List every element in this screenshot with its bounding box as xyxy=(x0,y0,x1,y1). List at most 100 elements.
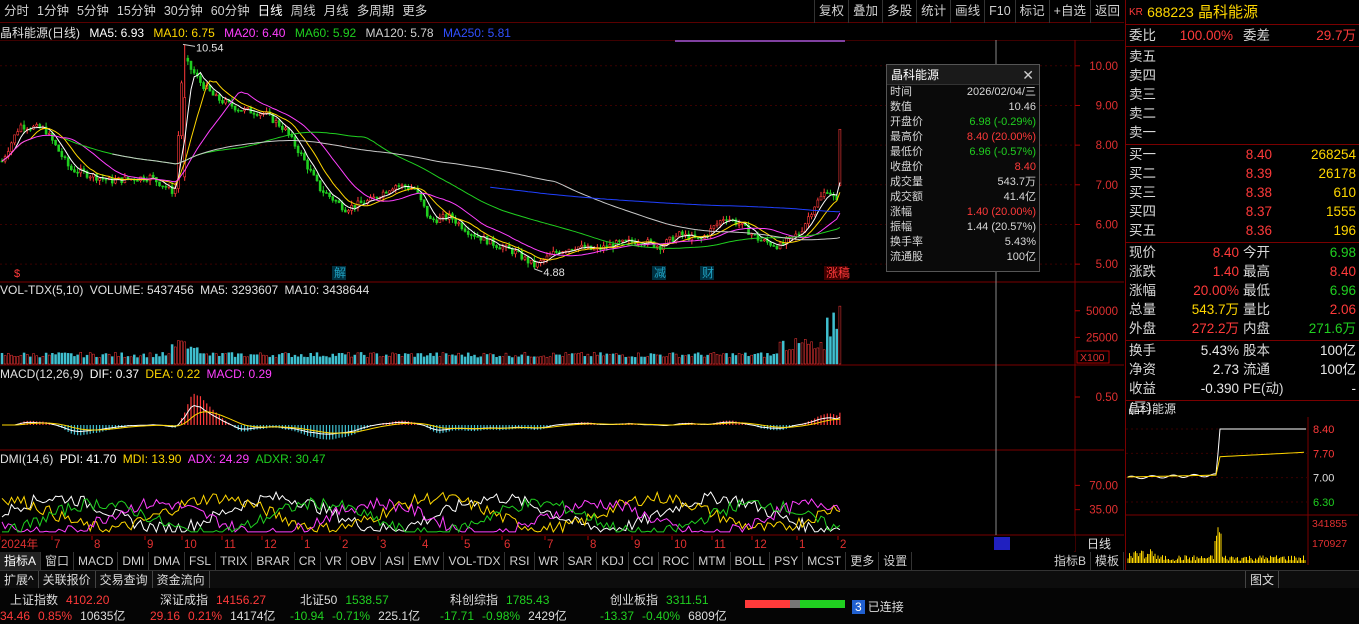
indicator-tab[interactable]: BOLL xyxy=(731,552,771,570)
period-tab[interactable]: 1分钟 xyxy=(33,0,73,23)
index-summary[interactable]: 深证成指 14156.27 xyxy=(160,591,266,608)
period-tab[interactable]: 5分钟 xyxy=(73,0,113,23)
indicator-tab[interactable]: DMA xyxy=(149,552,186,570)
indicator-tab[interactable]: WR xyxy=(535,552,564,570)
buy-order-row[interactable]: 买三 8.38 610 xyxy=(1126,183,1359,202)
period-tab[interactable]: 周线 xyxy=(287,0,320,23)
volume-bar xyxy=(426,355,429,365)
date-label: 1 xyxy=(799,539,805,551)
graphic-text-tab[interactable]: 图文 xyxy=(1244,570,1279,589)
indicator-tab[interactable]: BRAR xyxy=(252,552,295,570)
chart-tool-button[interactable]: 画线 xyxy=(950,0,984,23)
buy-order-row[interactable]: 买四 8.37 1555 xyxy=(1126,202,1359,221)
indicator-tab[interactable]: 更多 xyxy=(846,552,880,570)
chart-tool-button[interactable]: 叠加 xyxy=(848,0,882,23)
volume-bar xyxy=(479,356,483,365)
bottom-tab[interactable]: 资金流向 xyxy=(153,570,210,589)
ma60-value: MA60: 5.92 xyxy=(294,26,357,40)
connection-status[interactable]: 3 已连接 xyxy=(852,598,904,615)
indicator-tab[interactable]: ASI xyxy=(381,552,410,570)
dmi-adxr: ADXR: 30.47 xyxy=(255,452,326,466)
chart-tool-button[interactable]: 复权 xyxy=(814,0,848,23)
indicator-tab[interactable]: ROC xyxy=(659,552,695,570)
stat-value: 6.98 xyxy=(1329,245,1356,260)
candle-body xyxy=(722,219,725,221)
intraday-mini-chart[interactable]: 8.40 7.70 7.00 6.30 341855 170927 xyxy=(1126,417,1358,565)
volume-bar xyxy=(643,356,646,365)
candle-body xyxy=(252,112,256,115)
buy-level-label: 买四 xyxy=(1129,204,1156,219)
index-summary[interactable]: 上证指数 4102.20 xyxy=(10,591,109,608)
indicator-right-tab[interactable]: 指标B xyxy=(1050,552,1091,570)
bottom-tab[interactable]: 交易查询 xyxy=(96,570,153,589)
candle-body xyxy=(284,127,287,130)
indicator-tab[interactable]: TRIX xyxy=(216,552,253,570)
indicator-right-tab[interactable]: 模板 xyxy=(1091,552,1124,570)
chart-tool-button[interactable]: 标记 xyxy=(1014,0,1049,23)
bottom-tab[interactable]: 扩展^ xyxy=(0,570,39,589)
indicator-tab[interactable]: DMI xyxy=(118,552,150,570)
sell-order-row[interactable]: 卖二 xyxy=(1126,104,1359,123)
volume-bar xyxy=(583,356,586,365)
period-tab[interactable]: 分时 xyxy=(0,0,33,23)
sell-order-row[interactable]: 卖一 xyxy=(1126,123,1359,142)
buy-order-row[interactable]: 买一 8.40 268254 xyxy=(1126,145,1359,164)
indicator-tab[interactable]: EMV xyxy=(409,552,445,570)
volume-bar xyxy=(227,352,231,365)
indicator-tab[interactable]: CCI xyxy=(629,552,659,570)
sell-order-row[interactable]: 卖三 xyxy=(1126,85,1359,104)
indicator-tab[interactable]: PSY xyxy=(770,552,804,570)
volume-bar xyxy=(681,354,684,365)
indicator-tab[interactable]: RSI xyxy=(505,552,535,570)
indicator-tab[interactable]: 设置 xyxy=(879,552,913,570)
buy-order-row[interactable]: 买二 8.39 26178 xyxy=(1126,164,1359,183)
volume-bar xyxy=(552,352,555,365)
indicator-tab[interactable]: MCST xyxy=(803,552,847,570)
volume-bar xyxy=(196,347,199,365)
volume-bar xyxy=(400,356,404,365)
index-summary[interactable]: 科创综指 1785.43 xyxy=(450,591,549,608)
chart-tool-button[interactable]: 统计 xyxy=(916,0,950,23)
popup-key: 数值 xyxy=(890,101,912,113)
period-tab[interactable]: 日线 xyxy=(254,0,287,23)
volume-bar xyxy=(826,317,829,365)
chart-tool-button[interactable]: 多股 xyxy=(882,0,916,23)
candle-body xyxy=(492,238,495,246)
index-summary[interactable]: 北证50 1538.57 xyxy=(300,591,389,608)
sell-order-row[interactable]: 卖四 xyxy=(1126,66,1359,85)
sell-order-row[interactable]: 卖五 xyxy=(1126,47,1359,66)
bottom-tab[interactable]: 关联报价 xyxy=(39,570,96,589)
indicator-tab[interactable]: VOL-TDX xyxy=(444,552,506,570)
buy-order-row[interactable]: 买五 8.36 196 xyxy=(1126,221,1359,240)
indicator-tab[interactable]: OBV xyxy=(347,552,382,570)
indicator-tab[interactable]: 指标A xyxy=(0,552,42,570)
period-tab[interactable]: 60分钟 xyxy=(207,0,254,23)
chart-tool-button[interactable]: +自选 xyxy=(1048,0,1090,23)
period-tab[interactable]: 15分钟 xyxy=(113,0,160,23)
weibi-label: 委比 xyxy=(1129,28,1156,43)
indicator-tab[interactable]: 窗口 xyxy=(41,552,75,570)
indicator-tab[interactable]: KDJ xyxy=(597,552,629,570)
index-summary[interactable]: 创业板指 3311.51 xyxy=(610,591,709,608)
volume-bar xyxy=(731,353,735,365)
indicator-tab[interactable]: MACD xyxy=(74,552,119,570)
candle-body xyxy=(778,242,782,250)
dmi-mdi: MDI: 13.90 xyxy=(122,452,182,466)
stat-label: 净资 xyxy=(1129,362,1156,377)
period-tab[interactable]: 多周期 xyxy=(353,0,399,23)
volume-bar xyxy=(356,352,360,365)
indicator-tab[interactable]: VR xyxy=(321,552,347,570)
indicator-tab[interactable]: CR xyxy=(295,552,322,570)
candle-body xyxy=(536,262,539,268)
chart-tool-button[interactable]: F10 xyxy=(984,0,1015,23)
candle-body xyxy=(715,223,719,227)
chart-tool-button[interactable]: 返回 xyxy=(1089,0,1124,23)
period-tab[interactable]: 更多 xyxy=(398,0,431,23)
indicator-tab[interactable]: SAR xyxy=(564,552,598,570)
period-tab[interactable]: 月线 xyxy=(320,0,353,23)
period-tab[interactable]: 30分钟 xyxy=(160,0,207,23)
volume-bar xyxy=(192,347,196,365)
close-icon[interactable]: ✕ xyxy=(1022,65,1034,85)
indicator-tab[interactable]: MTM xyxy=(694,552,731,570)
indicator-tab[interactable]: FSL xyxy=(185,552,217,570)
